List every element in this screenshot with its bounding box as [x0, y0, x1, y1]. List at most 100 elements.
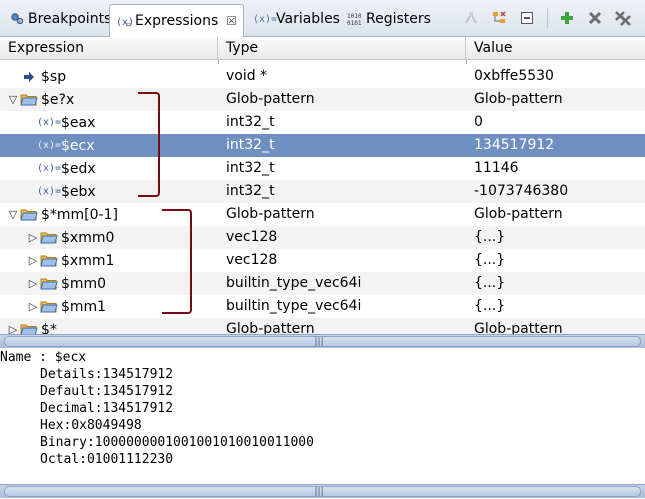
- value-cell[interactable]: {...}: [466, 226, 645, 249]
- type-cell: Glob-pattern: [226, 321, 315, 334]
- tree-row[interactable]: ▽ $e?x Glob-pattern Glob-pattern: [0, 88, 645, 111]
- tree-row[interactable]: (x)= $eax int32_t 0: [0, 111, 645, 134]
- expression-cell[interactable]: (x)= $eax: [0, 111, 218, 134]
- annotation-bracket: [138, 92, 160, 197]
- tree-row[interactable]: (x)= $ebx int32_t -1073746380: [0, 180, 645, 203]
- remove-icon[interactable]: [586, 9, 604, 27]
- expression-cell[interactable]: ▷ $*: [0, 318, 218, 334]
- value-cell[interactable]: {...}: [466, 249, 645, 272]
- tab-breakpoints[interactable]: Breakpoints: [2, 5, 118, 32]
- expression-name: $ebx: [61, 183, 96, 200]
- folder-icon: [20, 322, 38, 334]
- expand-toggle-icon[interactable]: ▷: [26, 277, 40, 290]
- folder-icon: [20, 207, 38, 223]
- expand-toggle-icon[interactable]: ▷: [26, 300, 40, 313]
- type-cell: vec128: [226, 252, 278, 268]
- folder-icon: [20, 92, 38, 108]
- details-line: Hex:0x8049498: [40, 418, 142, 433]
- arrow-icon: [20, 69, 38, 85]
- type-cell: int32_t: [226, 183, 275, 199]
- registers-icon: 1010 0101: [347, 11, 363, 27]
- column-header-row: Expression Type Value: [0, 37, 645, 60]
- details-pane[interactable]: Name : $ecx Details:134517912 Default:13…: [0, 349, 645, 484]
- expression-cell[interactable]: ▽ $e?x: [0, 88, 218, 111]
- value-cell[interactable]: 11146: [466, 157, 645, 180]
- type-cell: int32_t: [226, 160, 275, 176]
- expressions-icon: (x)=: [116, 13, 132, 29]
- tab-variables[interactable]: (x)= Variables: [250, 5, 347, 32]
- tab-registers[interactable]: 1010 0101 Registers: [340, 5, 438, 32]
- tab-expressions[interactable]: (x)= Expressions ☒: [109, 4, 245, 37]
- show-logical-structure-icon[interactable]: [462, 9, 480, 27]
- details-line: Binary:1000000001001001010010011000: [40, 435, 314, 450]
- expand-toggle-icon[interactable]: ▷: [26, 254, 40, 267]
- add-expression-icon[interactable]: [558, 9, 576, 27]
- type-cell: builtin_type_vec64i: [226, 275, 362, 291]
- expression-name: $*mm[0-1]: [41, 206, 118, 223]
- expand-toggle-icon[interactable]: ▷: [6, 323, 20, 334]
- expressions-tree[interactable]: Expression Type Value $sp void * 0xbffe553…: [0, 37, 645, 334]
- value-cell[interactable]: 0xbffe5530: [466, 65, 645, 88]
- type-cell: builtin_type_vec64i: [226, 298, 362, 314]
- expand-toggle-icon[interactable]: ▽: [6, 208, 20, 221]
- expression-name: $ecx: [61, 137, 95, 154]
- expression-name: $mm1: [61, 298, 107, 315]
- details-line: Octal:01001112230: [40, 452, 174, 467]
- value-cell[interactable]: {...}: [466, 295, 645, 318]
- expression-cell[interactable]: (x)= $edx: [0, 157, 218, 180]
- value-cell[interactable]: Glob-pattern: [466, 88, 645, 111]
- tree-row[interactable]: ▽ $*mm[0-1] Glob-pattern Glob-pattern: [0, 203, 645, 226]
- tree-row[interactable]: ▷ $mm1 builtin_type_vec64i {...}: [0, 295, 645, 318]
- type-cell: void *: [226, 68, 268, 84]
- tree-row[interactable]: (x)= $edx int32_t 11146: [0, 157, 645, 180]
- tab-variables-label: Variables: [276, 11, 340, 27]
- svg-text:1010: 1010: [347, 13, 362, 20]
- variable-icon: (x)=: [36, 186, 62, 197]
- column-header-expression[interactable]: Expression: [0, 37, 218, 60]
- minimize-icon[interactable]: [518, 9, 536, 27]
- tree-row[interactable]: ▷ $mm0 builtin_type_vec64i {...}: [0, 272, 645, 295]
- expression-name: $edx: [61, 160, 96, 177]
- folder-icon: [40, 230, 58, 246]
- svg-text:0101: 0101: [347, 20, 362, 26]
- tab-expressions-label: Expressions: [135, 13, 219, 29]
- scrollbar-grip: |||: [314, 337, 324, 347]
- tree-row[interactable]: (x)= $ecx int32_t 134517912: [0, 134, 645, 157]
- tree-row[interactable]: ▷ $xmm1 vec128 {...}: [0, 249, 645, 272]
- variables-icon: (x)=: [252, 13, 278, 25]
- collapse-all-icon[interactable]: [490, 9, 508, 27]
- value-cell[interactable]: Glob-pattern: [466, 203, 645, 226]
- tree-row[interactable]: $sp void * 0xbffe5530: [0, 65, 645, 88]
- expression-name: $eax: [61, 114, 96, 131]
- tab-breakpoints-label: Breakpoints: [28, 11, 112, 27]
- remove-all-icon[interactable]: [614, 9, 632, 27]
- type-cell: vec128: [226, 229, 278, 245]
- value-cell[interactable]: 0: [466, 111, 645, 134]
- details-line: Decimal:134517912: [40, 401, 174, 416]
- variable-icon: (x)=: [36, 140, 62, 151]
- folder-icon: [40, 276, 58, 292]
- details-horizontal-scrollbar[interactable]: |||: [0, 484, 645, 498]
- type-cell: Glob-pattern: [226, 91, 315, 107]
- expression-cell[interactable]: (x)= $ecx: [0, 134, 218, 157]
- expression-cell[interactable]: (x)= $ebx: [0, 180, 218, 203]
- close-icon[interactable]: ☒: [226, 14, 237, 28]
- value-cell[interactable]: 134517912: [466, 134, 645, 157]
- column-header-type[interactable]: Type: [218, 37, 466, 60]
- value-cell[interactable]: -1073746380: [466, 180, 645, 203]
- column-header-value[interactable]: Value: [466, 37, 645, 60]
- details-line: Default:134517912: [40, 384, 174, 399]
- tree-row[interactable]: ▷ $xmm0 vec128 {...}: [0, 226, 645, 249]
- variable-icon: (x)=: [36, 117, 62, 128]
- expression-cell[interactable]: $sp: [0, 65, 218, 88]
- value-cell[interactable]: {...}: [466, 272, 645, 295]
- tree-horizontal-scrollbar[interactable]: |||: [0, 334, 645, 348]
- expression-name: $xmm0: [61, 229, 115, 246]
- value-cell[interactable]: Glob-pattern: [466, 318, 645, 334]
- expand-toggle-icon[interactable]: ▽: [6, 93, 20, 106]
- expression-name: $sp: [41, 68, 67, 85]
- expression-name: $*: [41, 321, 57, 335]
- expand-toggle-icon[interactable]: ▷: [26, 231, 40, 244]
- tree-row[interactable]: ▷ $* Glob-pattern Glob-pattern: [0, 318, 645, 334]
- breakpoints-icon: [9, 11, 25, 27]
